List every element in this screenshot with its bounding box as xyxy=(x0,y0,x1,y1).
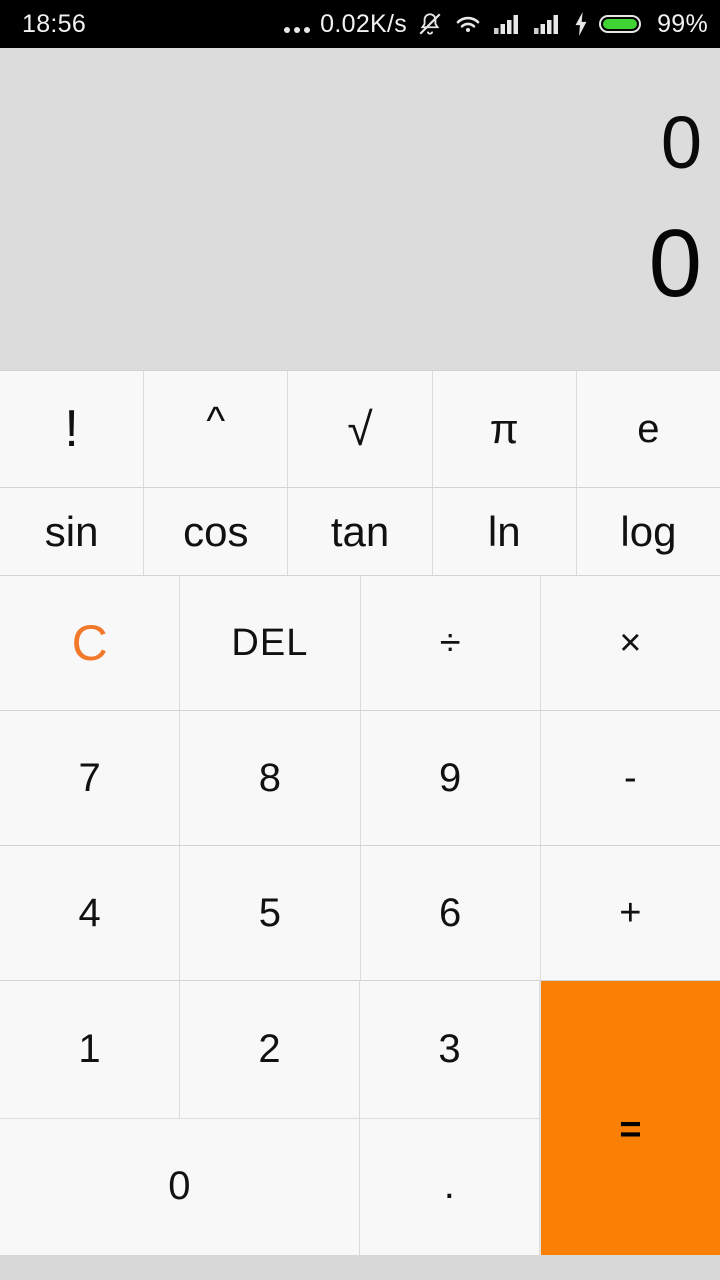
keypad-row-456: 4 5 6 + xyxy=(0,845,720,980)
keypad-row-123: 1 2 3 xyxy=(0,981,540,1118)
keypad-row-zero: 0 . xyxy=(0,1117,540,1255)
battery-icon xyxy=(599,12,645,36)
key-delete[interactable]: DEL xyxy=(180,576,361,710)
key-ln[interactable]: ln xyxy=(432,488,577,575)
dots-icon xyxy=(284,11,311,37)
key-4[interactable]: 4 xyxy=(0,846,181,980)
calculator-app: 18:56 0.02K/s 99% 0 0 ! ^ √ π e sin cos … xyxy=(0,0,720,1280)
key-square-root[interactable]: √ xyxy=(288,371,433,487)
signal-bars-2-icon xyxy=(533,12,563,36)
status-icons: 0.02K/s 99% xyxy=(284,10,708,39)
key-5[interactable]: 5 xyxy=(180,846,361,980)
key-log[interactable]: log xyxy=(576,488,720,575)
wifi-icon xyxy=(453,12,483,36)
key-tan[interactable]: tan xyxy=(288,488,433,575)
key-power[interactable]: ^ xyxy=(144,371,289,487)
key-0[interactable]: 0 xyxy=(0,1118,360,1255)
key-plus[interactable]: + xyxy=(540,846,720,980)
key-9[interactable]: 9 xyxy=(360,711,541,845)
key-3[interactable]: 3 xyxy=(360,981,540,1118)
status-time: 18:56 xyxy=(22,9,87,38)
status-bar: 18:56 0.02K/s 99% xyxy=(0,0,720,48)
key-minus[interactable]: - xyxy=(540,711,720,845)
keypad-row-clear: C DEL ÷ × xyxy=(0,575,720,710)
charging-bolt-icon xyxy=(573,12,589,36)
key-decimal-point[interactable]: . xyxy=(359,1118,540,1255)
key-euler[interactable]: e xyxy=(576,371,720,487)
key-multiply[interactable]: × xyxy=(540,576,720,710)
keypad-bottom-zone: 1 2 3 0 . = xyxy=(0,980,720,1255)
battery-percent: 99% xyxy=(657,9,708,38)
status-net-speed: 0.02K/s xyxy=(320,9,408,38)
key-equals[interactable]: = xyxy=(540,981,720,1255)
key-7[interactable]: 7 xyxy=(0,711,181,845)
key-cos[interactable]: cos xyxy=(144,488,289,575)
key-clear[interactable]: C xyxy=(0,576,181,710)
key-2[interactable]: 2 xyxy=(180,981,360,1118)
key-8[interactable]: 8 xyxy=(180,711,361,845)
keypad-row-789: 7 8 9 - xyxy=(0,710,720,845)
key-pi[interactable]: π xyxy=(432,371,577,487)
result-text: 0 xyxy=(648,210,702,317)
key-factorial[interactable]: ! xyxy=(0,371,145,487)
key-1[interactable]: 1 xyxy=(0,981,180,1118)
keypad: ! ^ √ π e sin cos tan ln log C DEL ÷ × 7… xyxy=(0,370,720,1280)
key-sin[interactable]: sin xyxy=(0,488,145,575)
keypad-row-functions-2: sin cos tan ln log xyxy=(0,487,720,575)
expression-text: 0 xyxy=(660,101,702,184)
key-divide[interactable]: ÷ xyxy=(360,576,541,710)
key-6[interactable]: 6 xyxy=(360,846,541,980)
signal-bars-icon xyxy=(493,12,523,36)
keypad-row-functions-1: ! ^ √ π e xyxy=(0,370,720,487)
mute-bell-icon xyxy=(417,11,443,37)
calculator-display[interactable]: 0 0 xyxy=(0,48,720,370)
keypad-bottom-left: 1 2 3 0 . xyxy=(0,981,540,1255)
